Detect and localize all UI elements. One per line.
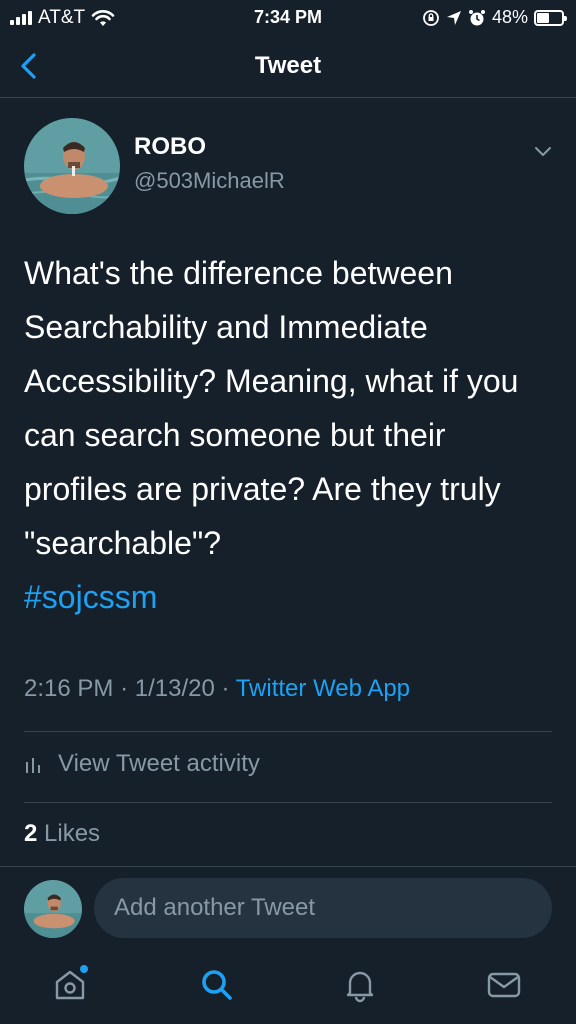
location-icon xyxy=(446,10,461,25)
divider xyxy=(0,866,576,867)
messages-icon xyxy=(487,972,521,998)
search-icon xyxy=(202,970,232,1000)
status-bar: AT&T 7:34 PM 48% xyxy=(0,0,576,34)
tweet-meta: 2:16 PM · 1/13/20 · Twitter Web App xyxy=(24,675,410,703)
likes-link[interactable]: 2 Likes xyxy=(24,820,100,848)
notifications-icon xyxy=(346,971,374,1003)
tweet-text-container: What's the difference between Searchabil… xyxy=(24,246,554,624)
divider xyxy=(24,802,552,803)
author-avatar[interactable] xyxy=(24,118,120,214)
meta-separator: · xyxy=(120,675,129,702)
alarm-icon xyxy=(468,9,485,25)
tab-search[interactable] xyxy=(197,965,237,1005)
tweet-time: 2:16 PM xyxy=(24,675,114,702)
view-activity-label: View Tweet activity xyxy=(58,750,260,777)
chevron-down-icon[interactable] xyxy=(532,140,554,162)
likes-label: Likes xyxy=(44,820,101,847)
view-activity-button[interactable]: View Tweet activity xyxy=(24,750,260,778)
tab-messages[interactable] xyxy=(484,965,524,1005)
nav-bar: Tweet xyxy=(0,34,576,98)
analytics-icon xyxy=(26,758,40,773)
tab-home[interactable] xyxy=(50,965,90,1005)
battery-icon xyxy=(534,9,567,26)
reply-input[interactable] xyxy=(94,878,552,938)
tweet-date: 1/13/20 xyxy=(134,675,215,702)
orientation-lock-icon xyxy=(423,9,439,26)
user-avatar[interactable] xyxy=(24,880,82,938)
tab-notifications[interactable] xyxy=(340,965,380,1005)
author-handle[interactable]: @503MichaelR xyxy=(134,168,285,194)
hashtag-link[interactable]: #sojcssm xyxy=(24,579,157,615)
tab-bar xyxy=(0,955,576,1024)
status-right: 48% xyxy=(422,7,567,28)
page-title: Tweet xyxy=(254,52,322,79)
likes-count: 2 xyxy=(24,820,38,847)
meta-separator: · xyxy=(221,675,230,702)
tweet-source-link[interactable]: Twitter Web App xyxy=(236,675,410,702)
divider xyxy=(24,731,552,732)
battery-level xyxy=(537,12,549,23)
unread-dot xyxy=(80,965,88,973)
tweet-text: What's the difference between Searchabil… xyxy=(24,255,519,561)
author-name[interactable]: ROBO xyxy=(134,133,206,161)
battery-percent: 48% xyxy=(491,7,528,27)
